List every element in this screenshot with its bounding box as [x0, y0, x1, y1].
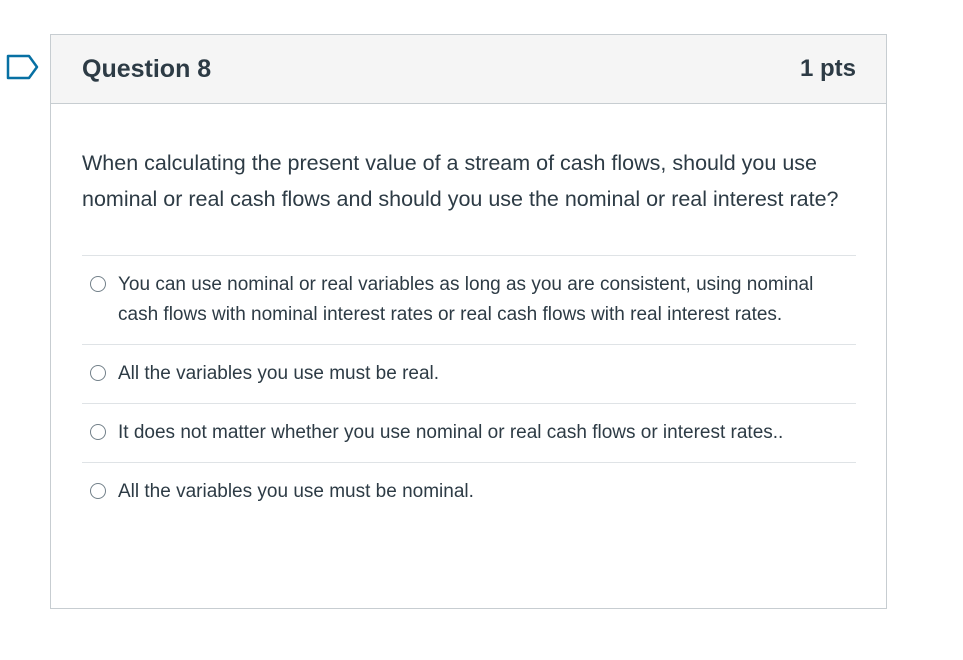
answer-label[interactable]: All the variables you use must be real.: [118, 359, 439, 389]
radio-button[interactable]: [90, 424, 106, 440]
answer-label[interactable]: It does not matter whether you use nomin…: [118, 418, 783, 448]
answer-label[interactable]: You can use nominal or real variables as…: [118, 270, 856, 330]
answer-option-4[interactable]: All the variables you use must be nomina…: [82, 463, 856, 521]
answer-list: You can use nominal or real variables as…: [82, 255, 856, 521]
answer-label[interactable]: All the variables you use must be nomina…: [118, 477, 474, 507]
bookmark-flag-icon[interactable]: [6, 54, 40, 80]
radio-button[interactable]: [90, 365, 106, 381]
radio-button[interactable]: [90, 276, 106, 292]
answer-option-3[interactable]: It does not matter whether you use nomin…: [82, 404, 856, 463]
question-points: 1 pts: [799, 55, 856, 82]
answer-option-1[interactable]: You can use nominal or real variables as…: [82, 256, 856, 345]
question-card: Question 8 1 pts When calculating the pr…: [50, 34, 887, 609]
question-text: When calculating the present value of a …: [82, 151, 839, 211]
radio-button[interactable]: [90, 483, 106, 499]
answer-option-2[interactable]: All the variables you use must be real.: [82, 345, 856, 404]
question-header: Question 8 1 pts: [51, 35, 886, 104]
question-body: When calculating the present value of a …: [51, 104, 886, 521]
question-title: Question 8: [82, 54, 212, 83]
